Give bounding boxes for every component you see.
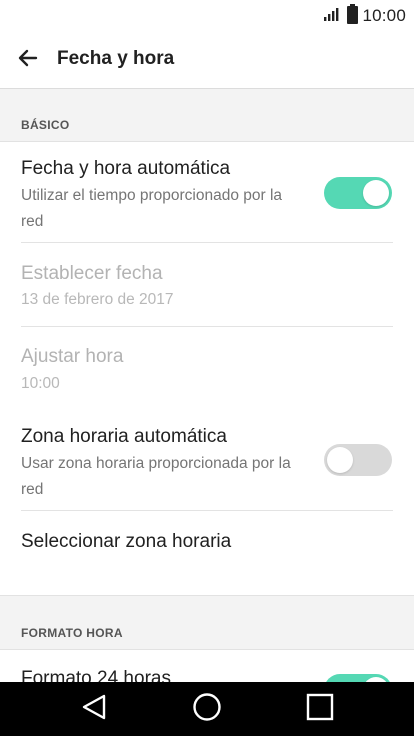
nav-home-button[interactable] xyxy=(167,682,247,736)
arrow-left-icon xyxy=(16,46,40,75)
square-recents-icon xyxy=(306,693,334,726)
setting-title: Seleccionar zona horaria xyxy=(21,531,232,552)
section-header-label: BÁSICO xyxy=(21,118,70,132)
setting-summary: 13 de febrero de 2017 xyxy=(21,291,174,308)
signal-icon xyxy=(323,6,343,27)
section-header-label: FORMATO HORA xyxy=(21,626,123,640)
setting-summary: Usar zona horaria proporcionada por la r… xyxy=(21,455,291,498)
setting-summary: Utilizar el tiempo proporcionado por la … xyxy=(21,187,283,230)
nav-back-button[interactable] xyxy=(54,682,134,736)
triangle-back-icon xyxy=(81,693,107,726)
setting-summary: 10:00 xyxy=(21,375,60,392)
setting-title: Zona horaria automática xyxy=(21,426,227,447)
setting-title: Establecer fecha xyxy=(21,263,163,284)
navigation-bar xyxy=(0,682,414,736)
status-time: 10:00 xyxy=(362,6,406,25)
setting-select-timezone[interactable]: Seleccionar zona horaria xyxy=(0,511,414,595)
setting-auto-datetime[interactable]: Fecha y hora automática Utilizar el tiem… xyxy=(0,142,414,242)
section-gap xyxy=(0,89,414,109)
circle-home-icon xyxy=(192,692,222,727)
back-button[interactable] xyxy=(6,38,50,82)
setting-title: Ajustar hora xyxy=(21,346,124,367)
nav-recents-button[interactable] xyxy=(280,682,360,736)
app-bar: Fecha y hora xyxy=(0,32,414,88)
setting-auto-timezone[interactable]: Zona horaria automática Usar zona horari… xyxy=(0,410,414,510)
section-gap xyxy=(0,595,414,618)
setting-title: Fecha y hora automática xyxy=(21,158,231,179)
status-bar: 10:00 xyxy=(0,0,414,32)
status-icons: 10:00 xyxy=(323,3,406,29)
section-header-time-format: FORMATO HORA xyxy=(0,617,414,650)
setting-set-time: Ajustar hora 10:00 xyxy=(0,327,414,410)
battery-icon xyxy=(347,3,359,29)
section-header-basic: BÁSICO xyxy=(0,109,414,142)
setting-set-date: Establecer fecha 13 de febrero de 2017 xyxy=(0,243,414,326)
toggle-knob xyxy=(363,180,389,206)
auto-timezone-toggle[interactable] xyxy=(324,444,392,476)
page-title: Fecha y hora xyxy=(57,48,175,69)
toggle-knob xyxy=(327,447,353,473)
auto-datetime-toggle[interactable] xyxy=(324,177,392,209)
